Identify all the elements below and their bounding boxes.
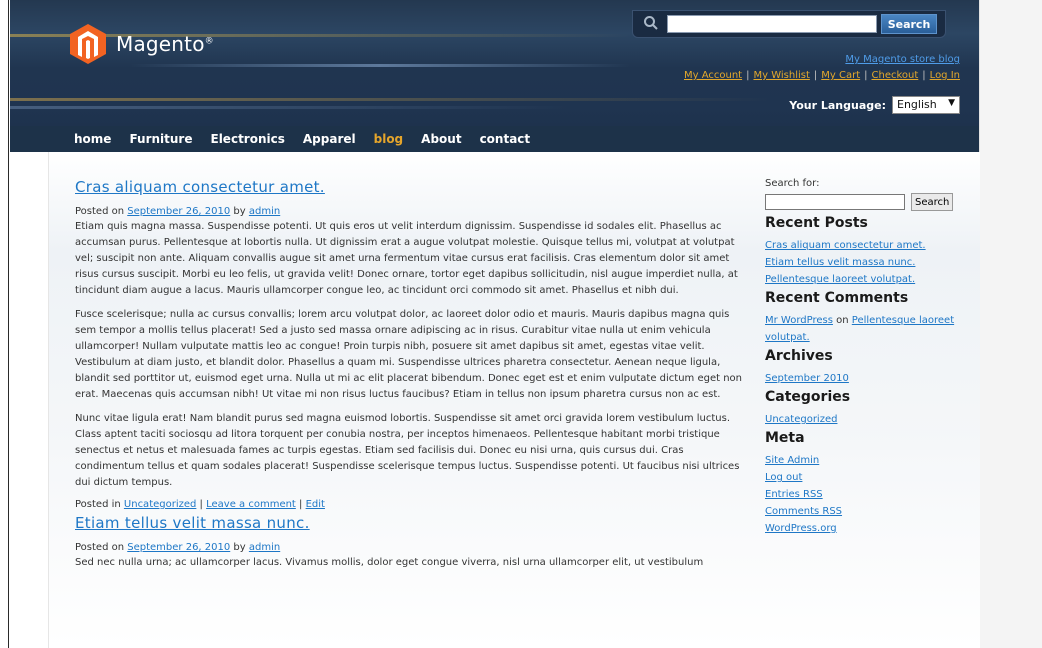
recent-post-link[interactable]: Etiam tellus velit massa nunc. [765, 254, 965, 271]
header-search-input[interactable] [667, 15, 877, 33]
window-left-edge [0, 0, 9, 648]
post-paragraph: Etiam quis magna massa. Suspendisse pote… [75, 221, 738, 296]
nav-about[interactable]: About [421, 132, 461, 146]
recent-posts-heading: Recent Posts [765, 215, 868, 231]
my-account-link[interactable]: My Account [684, 70, 742, 81]
entries-rss-link[interactable]: Entries RSS [765, 486, 965, 503]
sidebar-search-button[interactable]: Search [911, 193, 954, 211]
main-navigation: home Furniture Electronics Apparel blog … [10, 126, 980, 152]
account-links: My Account | My Wishlist | My Cart | Checkout |… [684, 70, 960, 81]
post-meta: Posted on September 26, 2010 by admin [75, 542, 281, 553]
language-value: English [897, 98, 937, 111]
category-link[interactable]: Uncategorized [124, 499, 196, 510]
comments-rss-link[interactable]: Comments RSS [765, 503, 965, 520]
post-meta: Posted on September 26, 2010 by admin [75, 206, 281, 217]
post-date-link[interactable]: September 26, 2010 [127, 542, 230, 553]
nav-blog[interactable]: blog [374, 132, 404, 146]
nav-home[interactable]: home [74, 132, 111, 146]
blog-sidebar: Search for: Search Recent Posts Cras ali… [765, 178, 965, 537]
recent-comments-heading: Recent Comments [765, 290, 909, 306]
nav-contact[interactable]: contact [480, 132, 531, 146]
header-search-bar: Search [632, 10, 946, 38]
archive-link[interactable]: September 2010 [765, 370, 965, 387]
post-title-link[interactable]: Cras aliquam consectetur amet. [75, 178, 745, 196]
magento-logo-icon [70, 24, 106, 64]
logo-text: Magento® [116, 32, 214, 56]
post-date-link[interactable]: September 26, 2010 [127, 206, 230, 217]
comment-author-link[interactable]: Mr WordPress [765, 315, 833, 326]
post-paragraph: Nunc vitae ligula erat! Nam blandit puru… [75, 413, 740, 488]
blog-content: Cras aliquam consectetur amet. Posted on… [48, 152, 980, 648]
site-admin-link[interactable]: Site Admin [765, 452, 965, 469]
archives-heading: Archives [765, 348, 833, 364]
post-footer: Posted in Uncategorized | Leave a commen… [75, 499, 325, 510]
store-blog-link[interactable]: My Magento store blog [845, 54, 960, 65]
recent-post-link[interactable]: Pellentesque laoreet volutpat. [765, 271, 965, 288]
search-icon [644, 16, 658, 30]
separator: | [813, 70, 818, 81]
separator: | [922, 70, 926, 81]
recent-comment: Mr WordPress on Pellentesque laoreet vol… [765, 315, 955, 343]
language-select[interactable]: English ▼ [892, 96, 960, 114]
post: Cras aliquam consectetur amet. Posted on… [75, 178, 745, 510]
nav-furniture[interactable]: Furniture [129, 132, 192, 146]
post-author-link[interactable]: admin [249, 206, 280, 217]
edit-link[interactable]: Edit [306, 499, 325, 510]
post-list: Cras aliquam consectetur amet. Posted on… [75, 178, 745, 579]
post: Etiam tellus velit massa nunc. Posted on… [75, 514, 745, 571]
page-gutter [979, 0, 1042, 648]
post-author-link[interactable]: admin [249, 542, 280, 553]
sidebar-search-input[interactable] [765, 194, 905, 210]
separator: | [864, 70, 868, 81]
recent-post-link[interactable]: Cras aliquam consectetur amet. [765, 237, 965, 254]
post-paragraph: Sed nec nulla urna; ac ullamcorper lacus… [75, 557, 704, 568]
login-link[interactable]: Log In [930, 70, 960, 81]
meta-heading: Meta [765, 430, 805, 446]
language-label: Your Language: [789, 98, 886, 112]
separator: | [746, 70, 750, 81]
language-switcher: Your Language: English ▼ [789, 96, 960, 114]
my-cart-link[interactable]: My Cart [821, 70, 860, 81]
nav-apparel[interactable]: Apparel [303, 132, 356, 146]
checkout-link[interactable]: Checkout [872, 70, 919, 81]
header-search-button[interactable]: Search [881, 14, 937, 34]
site-header: Magento® Search My Magento store blog My… [10, 0, 980, 152]
nav-electronics[interactable]: Electronics [211, 132, 285, 146]
magento-logo[interactable]: Magento® [70, 24, 214, 64]
post-title-link[interactable]: Etiam tellus velit massa nunc. [75, 514, 745, 532]
browser-page: Magento® Search My Magento store blog My… [0, 0, 1042, 648]
categories-heading: Categories [765, 389, 851, 405]
leave-comment-link[interactable]: Leave a comment [206, 499, 296, 510]
sidebar-search: Search [765, 193, 965, 211]
logout-link[interactable]: Log out [765, 469, 965, 486]
wordpress-org-link[interactable]: WordPress.org [765, 520, 965, 537]
dropdown-arrow-icon: ▼ [948, 98, 955, 108]
category-link[interactable]: Uncategorized [765, 411, 965, 428]
my-wishlist-link[interactable]: My Wishlist [753, 70, 809, 81]
sidebar-search-label: Search for: [765, 178, 820, 189]
post-paragraph: Fusce scelerisque; nulla ac cursus conva… [75, 309, 742, 400]
